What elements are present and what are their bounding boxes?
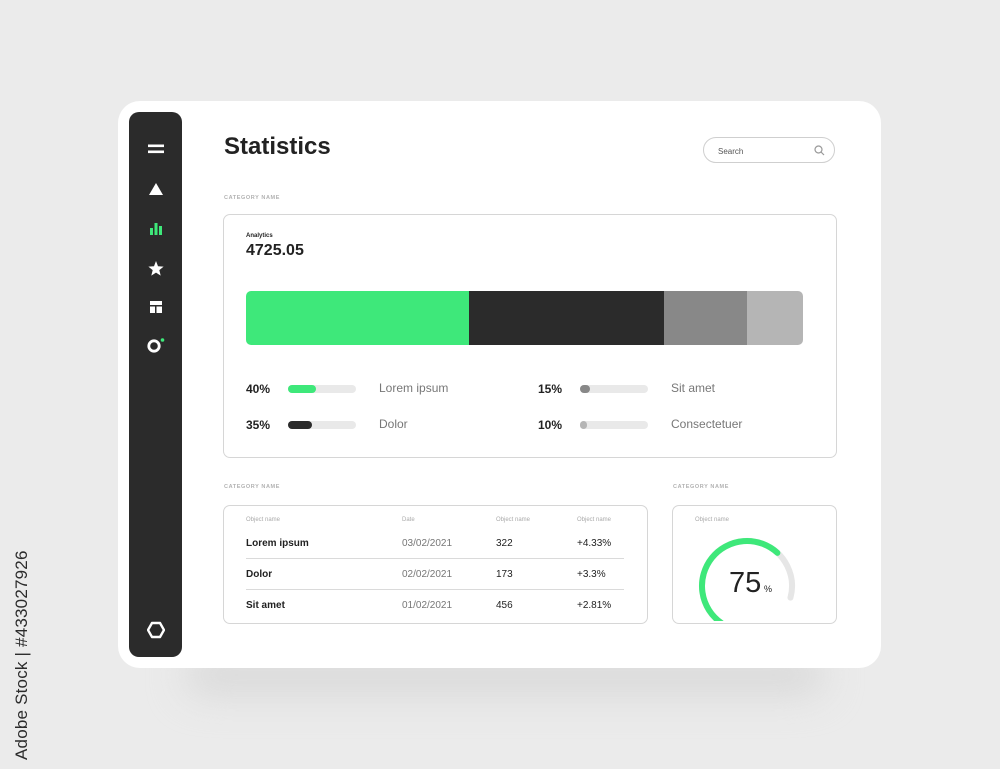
stacked-bar-segment — [246, 291, 469, 345]
column-header: Object name — [246, 517, 281, 523]
sidebar-item-status[interactable] — [129, 330, 182, 360]
legend-item: 15% Sit amet — [538, 380, 798, 396]
legend-percent: 35% — [246, 418, 271, 432]
legend-name: Consectetuer — [671, 417, 743, 431]
objects-table-panel: Object name Date Object name Object name… — [223, 505, 648, 624]
table-cell: +2.81% — [577, 599, 612, 611]
sidebar-item-home[interactable] — [129, 174, 182, 204]
legend-progress-track — [580, 421, 648, 429]
legend-name: Dolor — [379, 417, 408, 431]
table-cell: 02/02/2021 — [402, 558, 496, 590]
sidebar — [129, 112, 182, 657]
legend-progress-track — [288, 421, 356, 429]
table-cell: +4.33% — [577, 528, 624, 559]
search-input[interactable] — [716, 142, 815, 160]
search-icon[interactable] — [814, 145, 825, 156]
table-cell: Dolor — [246, 558, 402, 590]
ring-icon — [146, 338, 164, 353]
stacked-bar — [246, 291, 803, 345]
column-header: Object name — [577, 517, 612, 523]
table-cell: +3.3% — [577, 558, 624, 590]
legend-name: Sit amet — [671, 381, 716, 395]
sidebar-item-statistics[interactable] — [129, 213, 182, 243]
column-header: Object name — [496, 517, 531, 523]
category-label: CATEGORY NAME — [224, 484, 280, 490]
bar-chart-icon — [149, 222, 162, 235]
legend-progress-fill — [288, 421, 312, 429]
analytics-label: Analytics — [246, 233, 273, 239]
column-header: Date — [402, 517, 415, 523]
table-row[interactable]: Sit amet 01/02/2021 456 +2.81% — [246, 590, 624, 621]
table-header-row: Object name Date Object name Object name — [246, 512, 624, 528]
gauge-value: 75 — [729, 567, 762, 599]
table-cell: 456 — [496, 599, 513, 611]
objects-table: Object name Date Object name Object name… — [246, 512, 624, 620]
legend-percent: 40% — [246, 382, 271, 396]
settings-button[interactable] — [129, 615, 182, 645]
notification-dot — [160, 338, 164, 342]
dashboard-card: Statistics CATEGORY NAME Analytics 4725.… — [118, 101, 881, 668]
triangle-icon — [148, 183, 163, 195]
table-row[interactable]: Dolor 02/02/2021 173 +3.3% — [246, 558, 624, 590]
stock-watermark-id: Adobe Stock | #433027926 — [12, 550, 31, 760]
hexagon-icon — [146, 621, 165, 639]
legend-item: 35% Dolor — [246, 416, 506, 432]
analytics-panel: Analytics 4725.05 40% Lorem ipsum 35% Do… — [223, 214, 837, 458]
star-icon — [147, 260, 164, 276]
category-label: CATEGORY NAME — [673, 484, 729, 490]
sidebar-item-favorites[interactable] — [129, 253, 182, 283]
legend-item: 10% Consectetuer — [538, 416, 798, 432]
legend-progress-track — [580, 385, 648, 393]
stacked-bar-segment — [663, 291, 748, 345]
gauge-panel: Object name 75 % — [672, 505, 837, 624]
sidebar-item-dashboard[interactable] — [129, 292, 182, 322]
analytics-value: 4725.05 — [246, 242, 304, 259]
stacked-bar-segment — [468, 291, 664, 345]
menu-button[interactable] — [129, 134, 182, 164]
menu-icon — [147, 144, 164, 154]
legend-progress-fill — [288, 385, 316, 393]
legend-item: 40% Lorem ipsum — [246, 380, 506, 396]
table-cell: 322 — [496, 528, 577, 559]
dashboard-icon — [149, 301, 162, 313]
gauge-label: Object name — [695, 517, 730, 523]
table-cell: Lorem ipsum — [246, 528, 402, 559]
legend-name: Lorem ipsum — [379, 381, 449, 395]
category-label: CATEGORY NAME — [224, 195, 280, 201]
table-cell: Sit amet — [246, 599, 285, 611]
legend-progress-track — [288, 385, 356, 393]
table-cell: 01/02/2021 — [402, 599, 453, 611]
table-cell: 03/02/2021 — [402, 528, 496, 559]
legend-progress-fill — [580, 385, 590, 393]
stacked-bar-segment — [747, 291, 803, 345]
table-row[interactable]: Lorem ipsum 03/02/2021 322 +4.33% — [246, 528, 624, 559]
gauge-unit: % — [764, 584, 773, 594]
legend-percent: 10% — [538, 418, 563, 432]
legend-percent: 15% — [538, 382, 563, 396]
legend-progress-fill — [580, 421, 587, 429]
search-box[interactable] — [703, 137, 835, 163]
page-title: Statistics — [224, 133, 331, 160]
table-cell: 173 — [496, 558, 577, 590]
